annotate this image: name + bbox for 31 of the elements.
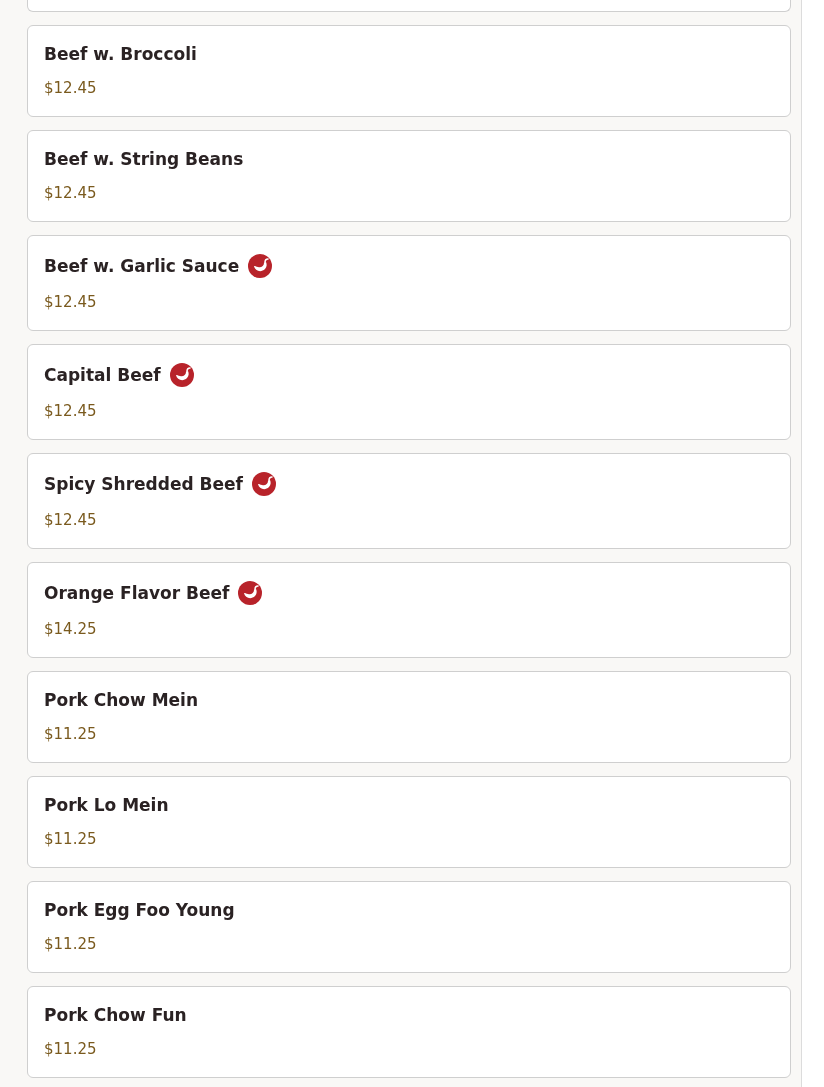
menu-item-card[interactable]: Orange Flavor Beef $14.25	[27, 562, 791, 658]
menu-item-card[interactable]: Capital Beef $12.45	[27, 344, 791, 440]
item-name: Pork Egg Foo Young	[44, 899, 235, 921]
item-name: Beef w. String Beans	[44, 148, 244, 170]
menu-item-card[interactable]: Pork Lo Mein $11.25	[27, 776, 791, 868]
item-price: $12.45	[44, 183, 98, 203]
menu-item-card[interactable]: Spicy Shredded Beef $12.45	[27, 453, 791, 549]
item-price: $11.25	[44, 1039, 98, 1059]
item-name: Capital Beef	[44, 364, 161, 386]
item-name: Spicy Shredded Beef	[44, 473, 243, 495]
menu-item-card[interactable]: Beef w. Garlic Sauce $12.45	[27, 235, 791, 331]
item-price: $11.25	[44, 724, 98, 744]
item-name: Pork Chow Fun	[44, 1004, 187, 1026]
menu-item-card[interactable]: Pork Chow Mein $11.25	[27, 671, 791, 763]
item-price: $14.25	[44, 619, 98, 639]
item-price: $12.45	[44, 78, 98, 98]
item-price: $12.45	[44, 292, 98, 312]
item-name: Pork Chow Mein	[44, 689, 198, 711]
menu-item-card[interactable]	[27, 0, 791, 12]
item-name: Beef w. Broccoli	[44, 43, 197, 65]
item-price: $12.45	[44, 401, 98, 421]
item-price: $11.25	[44, 829, 98, 849]
item-name: Beef w. Garlic Sauce	[44, 255, 240, 277]
item-name: Pork Lo Mein	[44, 794, 169, 816]
menu-item-card[interactable]: Beef w. Broccoli $12.45	[27, 25, 791, 117]
item-name: Orange Flavor Beef	[44, 582, 230, 604]
menu-item-card[interactable]: Pork Chow Fun $11.25	[27, 986, 791, 1078]
menu-item-card[interactable]: Pork Egg Foo Young $11.25	[27, 881, 791, 973]
item-price: $11.25	[44, 934, 98, 954]
menu-item-card[interactable]: Beef w. String Beans $12.45	[27, 130, 791, 222]
item-price: $12.45	[44, 510, 98, 530]
